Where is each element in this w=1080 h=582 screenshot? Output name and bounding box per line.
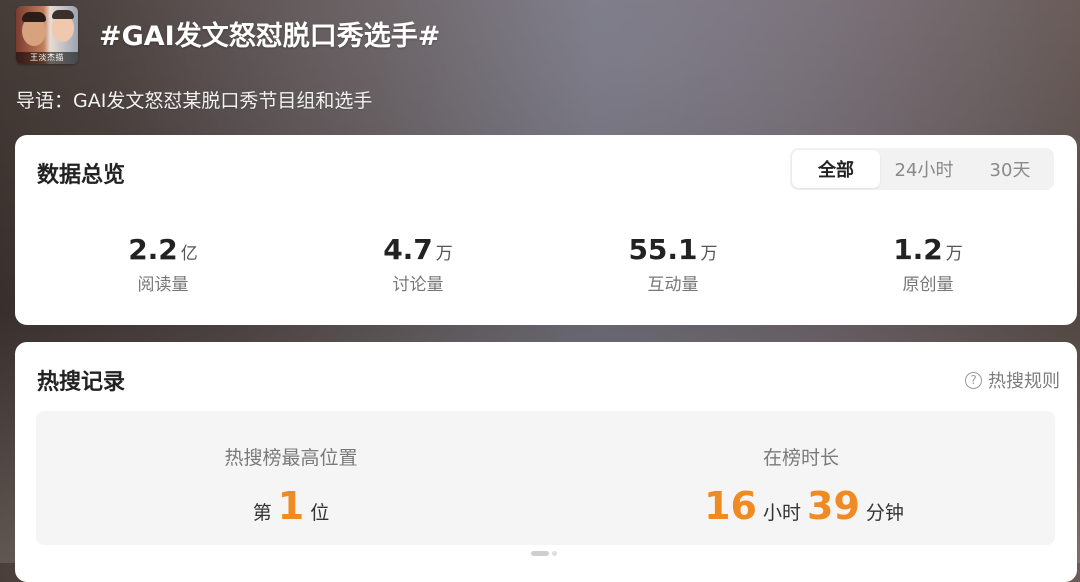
rules-label: 热搜规则 xyxy=(988,371,1060,392)
peak-suffix: 位 xyxy=(310,502,330,524)
tab-30d[interactable]: 30天 xyxy=(968,150,1052,188)
time-on-list: 在榜时长 16 小时 39 分钟 xyxy=(546,411,1056,545)
duration-hours: 16 xyxy=(704,484,757,528)
tab-24h[interactable]: 24小时 xyxy=(880,150,968,188)
peak-label: 热搜榜最高位置 xyxy=(224,447,358,469)
topic-avatar[interactable]: 王淡杰描 xyxy=(16,6,78,64)
stat-unit: 万 xyxy=(700,244,718,264)
data-overview-card: 数据总览 全部 24小时 30天 2.2 亿 阅读量 4.7 万 讨论量 55.1 万… xyxy=(15,135,1077,325)
hot-search-rules-link[interactable]: ? 热搜规则 xyxy=(965,367,1060,393)
stat-label: 讨论量 xyxy=(392,275,444,295)
stat-label: 阅读量 xyxy=(137,275,189,295)
topic-lead: 导语：GAI发文怒怼某脱口秀节目组和选手 xyxy=(16,90,373,112)
stat-reads: 2.2 亿 阅读量 xyxy=(63,233,263,295)
hot-search-card: 热搜记录 ? 热搜规则 热搜榜最高位置 第 1 位 在榜时长 16 小时 39 … xyxy=(15,342,1077,582)
stat-discussions: 4.7 万 讨论量 xyxy=(318,233,518,295)
avatar-hair-right xyxy=(52,10,74,19)
hot-search-stats-panel: 热搜榜最高位置 第 1 位 在榜时长 16 小时 39 分钟 xyxy=(36,411,1055,545)
avatar-caption: 王淡杰描 xyxy=(16,52,78,64)
overview-title: 数据总览 xyxy=(37,163,126,188)
avatar-hair-left xyxy=(22,12,46,22)
overview-stats: 2.2 亿 阅读量 4.7 万 讨论量 55.1 万 互动量 1.2 万 原创量 xyxy=(15,233,1077,303)
duration-value-row: 16 小时 39 分钟 xyxy=(546,484,1056,528)
stat-unit: 万 xyxy=(435,244,453,264)
duration-minutes: 39 xyxy=(807,484,860,528)
stat-label: 互动量 xyxy=(647,275,699,295)
peak-rank: 1 xyxy=(277,484,305,528)
page-dot-active xyxy=(531,551,549,556)
page-indicator xyxy=(531,551,557,556)
stat-unit: 亿 xyxy=(180,244,198,264)
stat-value: 1.2 xyxy=(893,233,943,266)
page-dot xyxy=(552,551,557,556)
stat-value: 4.7 xyxy=(383,233,433,266)
stat-unit: 万 xyxy=(945,244,963,264)
peak-position: 热搜榜最高位置 第 1 位 xyxy=(36,411,546,545)
tab-all[interactable]: 全部 xyxy=(792,150,880,188)
stat-label: 原创量 xyxy=(902,275,954,295)
time-range-tabs: 全部 24小时 30天 xyxy=(790,148,1054,190)
hot-search-title: 热搜记录 xyxy=(37,370,126,395)
topic-title: #GAI发文怒怼脱口秀选手# xyxy=(99,21,441,52)
peak-prefix: 第 xyxy=(252,502,272,524)
stat-value: 2.2 xyxy=(128,233,178,266)
peak-value-row: 第 1 位 xyxy=(36,484,546,528)
stat-value: 55.1 xyxy=(628,233,698,266)
stat-originals: 1.2 万 原创量 xyxy=(828,233,1028,295)
duration-label: 在榜时长 xyxy=(762,447,839,469)
question-circle-icon: ? xyxy=(965,371,982,389)
duration-minutes-unit: 分钟 xyxy=(865,502,904,524)
duration-hours-unit: 小时 xyxy=(762,502,801,524)
stat-interactions: 55.1 万 互动量 xyxy=(573,233,773,295)
